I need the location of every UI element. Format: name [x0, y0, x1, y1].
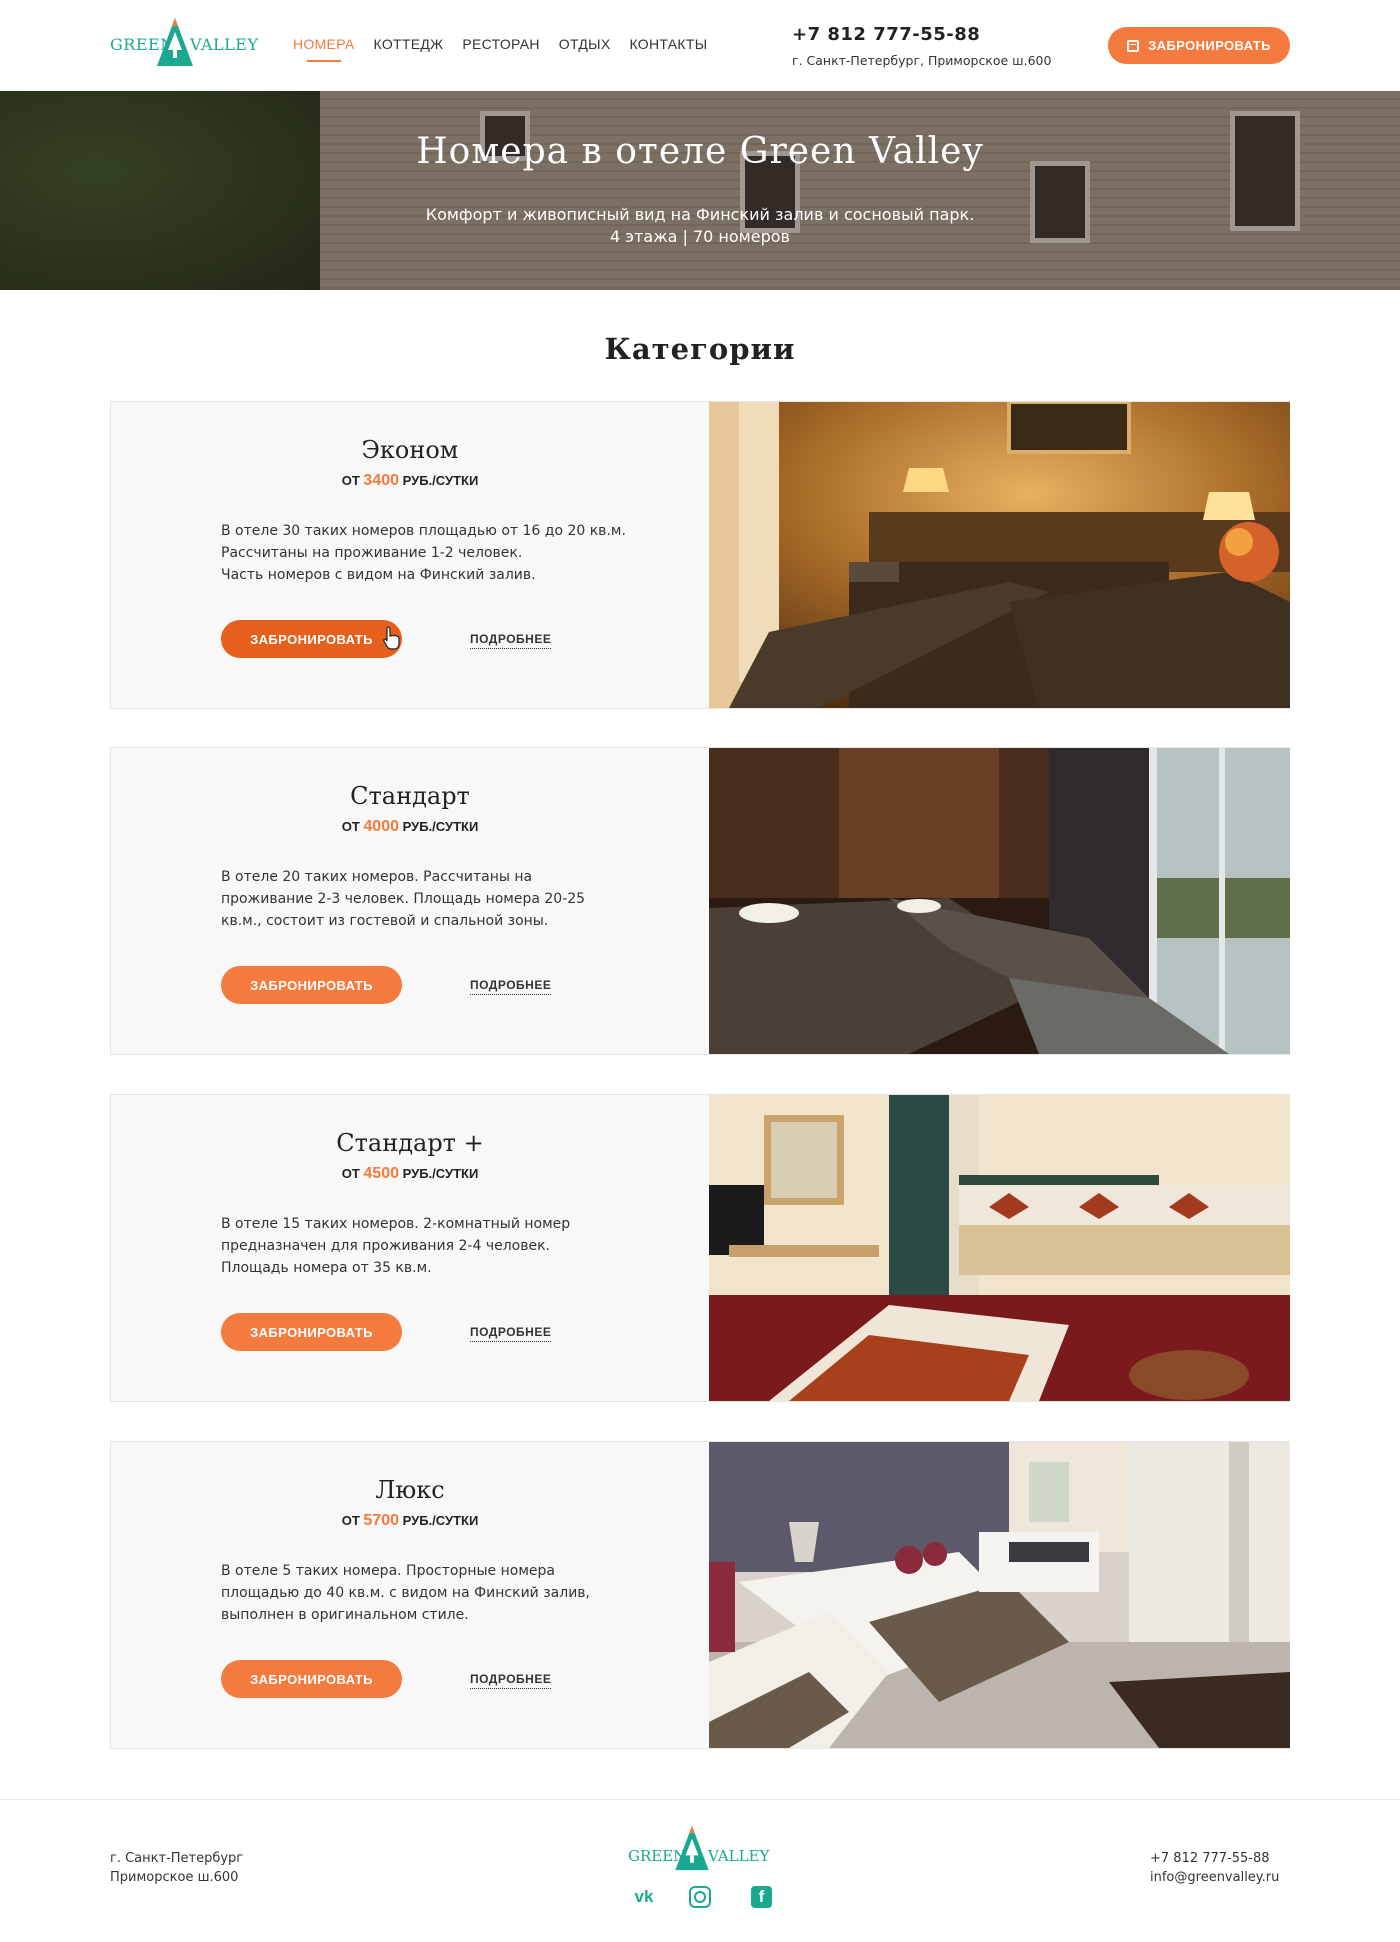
category-description: В отеле 15 таких номеров. 2-комнатный но… [221, 1216, 571, 1276]
category-name: Стандарт [350, 782, 470, 810]
main-nav: НОМЕРА КОТТЕДЖ РЕСТОРАН ОТДЫХ КОНТАКТЫ [293, 36, 707, 62]
category-photo [709, 1095, 1290, 1401]
tree-logo-icon [675, 1825, 709, 1871]
footer-contacts: +7 812 777-55-88 info@greenvalley.ru [1150, 1849, 1279, 1887]
book-button[interactable]: ЗАБРОНИРОВАТЬ [221, 1660, 402, 1698]
category-description: В отеле 30 таких номеров площадью от 16 … [221, 523, 626, 583]
footer-divider [0, 1799, 1400, 1800]
more-link[interactable]: ПОДРОБНЕЕ [470, 1325, 552, 1342]
book-button[interactable]: ЗАБРОНИРОВАТЬ [221, 1313, 402, 1351]
price-value: 3400 [363, 472, 399, 489]
hero-subtitle-line: Комфорт и живописный вид на Финский зали… [425, 205, 975, 224]
footer-email[interactable]: info@greenvalley.ru [1150, 1868, 1279, 1887]
instagram-icon[interactable] [689, 1886, 711, 1908]
nav-item-contacts[interactable]: КОНТАКТЫ [629, 36, 707, 52]
hero-subtitle-line: 4 этажа | 70 номеров [610, 227, 790, 246]
book-button[interactable]: ЗАБРОНИРОВАТЬ [221, 620, 402, 658]
category-name: Эконом [361, 436, 459, 464]
category-name: Люкс [375, 1476, 445, 1504]
header-address: г. Санкт-Петербург, Приморское ш.600 [792, 53, 1052, 68]
nav-item-leisure[interactable]: ОТДЫХ [559, 36, 611, 52]
nav-item-cottage[interactable]: КОТТЕДЖ [374, 36, 444, 52]
logo-word-valley: VALLEY [190, 35, 259, 54]
vk-icon[interactable]: vk [630, 1886, 658, 1908]
calendar-icon [1127, 39, 1140, 52]
social-links: vk f [630, 1886, 772, 1908]
nav-item-restaurant[interactable]: РЕСТОРАН [462, 36, 539, 52]
hero-banner: Номера в отеле Green Valley Комфорт и жи… [0, 91, 1400, 290]
more-link[interactable]: ПОДРОБНЕЕ [470, 978, 552, 995]
category-description: В отеле 5 таких номера. Просторные номер… [221, 1563, 590, 1623]
price-value: 4000 [363, 818, 399, 835]
price-value: 4500 [363, 1165, 399, 1182]
footer-phone[interactable]: +7 812 777-55-88 [1150, 1849, 1279, 1868]
price-value: 5700 [363, 1512, 399, 1529]
section-title: Категории [604, 332, 796, 366]
site-header: GREEN VALLEY НОМЕРА КОТТЕДЖ РЕСТОРАН ОТД… [0, 0, 1400, 91]
nav-item-rooms[interactable]: НОМЕРА [293, 36, 355, 62]
book-button[interactable]: ЗАБРОНИРОВАТЬ [221, 966, 402, 1004]
header-book-label: ЗАБРОНИРОВАТЬ [1148, 38, 1271, 53]
category-photo [709, 748, 1290, 1054]
hero-subtitle: Комфорт и живописный вид на Финский зали… [0, 204, 1400, 248]
category-photo [709, 1442, 1290, 1748]
header-book-button[interactable]: ЗАБРОНИРОВАТЬ [1108, 27, 1290, 64]
hand-cursor-icon [383, 626, 400, 650]
facebook-icon[interactable]: f [751, 1886, 772, 1908]
category-price: ОТ 4000 РУБ./СУТКИ [341, 818, 479, 835]
category-description: В отеле 20 таких номеров. Рассчитаны на … [221, 869, 586, 929]
category-price: ОТ 5700 РУБ./СУТКИ [341, 1512, 479, 1529]
header-phone[interactable]: +7 812 777-55-88 [792, 24, 980, 45]
category-card-lux: Люкс ОТ 5700 РУБ./СУТКИ В отеле 5 таких … [110, 1441, 1290, 1749]
category-name: Стандарт + [336, 1129, 484, 1157]
category-price: ОТ 3400 РУБ./СУТКИ [341, 472, 479, 489]
category-photo [709, 402, 1290, 708]
hero-title: Номера в отеле Green Valley [416, 131, 984, 172]
tree-logo-icon [157, 18, 193, 66]
footer-address: г. Санкт-Петербург Приморское ш.600 [110, 1851, 244, 1885]
logo-word-valley: VALLEY [708, 1847, 770, 1865]
more-link[interactable]: ПОДРОБНЕЕ [470, 632, 552, 649]
category-card-economy: Эконом ОТ 3400 РУБ./СУТКИ В отеле 30 так… [110, 401, 1290, 709]
more-link[interactable]: ПОДРОБНЕЕ [470, 1672, 552, 1689]
footer-logo[interactable]: GREEN VALLEY [626, 1824, 776, 1876]
logo[interactable]: GREEN VALLEY [108, 16, 258, 68]
category-card-standard: Стандарт ОТ 4000 РУБ./СУТКИ В отеле 20 т… [110, 747, 1290, 1055]
category-price: ОТ 4500 РУБ./СУТКИ [341, 1165, 479, 1182]
category-card-standard-plus: Стандарт + ОТ 4500 РУБ./СУТКИ В отеле 15… [110, 1094, 1290, 1402]
